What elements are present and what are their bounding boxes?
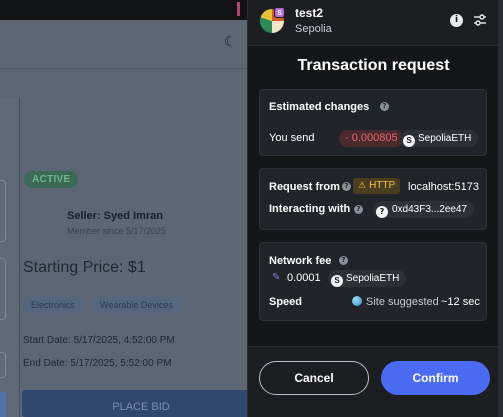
status-badge: ACTIVE bbox=[24, 171, 79, 188]
end-date: End Date: 5/17/2025, 5:52:00 PM bbox=[23, 358, 172, 369]
help-icon[interactable]: ? bbox=[380, 102, 389, 111]
estimated-changes-section: Estimated changes ? You send - 0.000805 … bbox=[259, 89, 487, 156]
left-input-1[interactable] bbox=[0, 180, 6, 242]
starting-price: Starting Price: $1 bbox=[23, 259, 146, 276]
auction-card bbox=[20, 150, 260, 417]
info-icon[interactable]: i bbox=[450, 14, 463, 27]
fee-token-pill: S SepoliaETH bbox=[328, 270, 407, 287]
interacting-with-label: Interacting with bbox=[269, 203, 351, 215]
request-section: Request from ? ⚠ HTTP localhost:5173 Inte… bbox=[259, 168, 487, 230]
network-fee-section: Network fee ? ✎ 0.0001 S SepoliaETH Speed… bbox=[259, 242, 487, 321]
send-token-name: SepoliaETH bbox=[418, 133, 472, 144]
wallet-header: S test2 Sepolia i bbox=[248, 0, 499, 46]
edit-fee-icon[interactable]: ✎ bbox=[272, 273, 282, 283]
contract-address: 0xd43F3...2ee47 bbox=[392, 204, 468, 215]
network-fee-label: Network fee bbox=[269, 255, 332, 267]
page-title: Transaction request bbox=[297, 57, 450, 74]
contract-address-pill[interactable]: ? 0xd43F3...2ee47 bbox=[373, 201, 475, 218]
estimated-changes-label: Estimated changes bbox=[269, 101, 370, 113]
left-button[interactable] bbox=[0, 392, 6, 417]
tag-electronics: Electronics bbox=[23, 297, 84, 313]
send-amount: - 0.000805 bbox=[339, 130, 404, 147]
you-send-label: You send bbox=[269, 132, 315, 144]
network-name: Sepolia bbox=[295, 23, 332, 35]
wallet-popup: S test2 Sepolia i Transaction request Es… bbox=[247, 0, 499, 417]
help-icon[interactable]: ? bbox=[339, 256, 348, 265]
help-icon[interactable]: ? bbox=[342, 182, 351, 191]
sliders-icon[interactable] bbox=[473, 13, 487, 27]
topbar-accent bbox=[237, 2, 240, 16]
warning-icon: ⚠ bbox=[358, 181, 367, 191]
http-warning-badge: ⚠ HTTP bbox=[353, 178, 401, 194]
popup-scroll-edge bbox=[498, 0, 503, 417]
confirm-button[interactable]: Confirm bbox=[381, 361, 490, 395]
request-origin: localhost:5173 bbox=[408, 181, 479, 193]
left-input-3[interactable] bbox=[0, 352, 6, 378]
header-divider bbox=[0, 68, 260, 69]
cancel-button[interactable]: Cancel bbox=[259, 361, 369, 395]
moon-icon[interactable]: ☾ bbox=[224, 34, 240, 50]
page-header bbox=[0, 20, 260, 68]
token-icon: S bbox=[403, 135, 415, 147]
contract-icon: ? bbox=[376, 206, 388, 218]
member-since: Member since 5/17/2025 bbox=[67, 226, 167, 236]
globe-icon bbox=[352, 296, 362, 306]
send-token-pill[interactable]: S SepoliaETH bbox=[400, 130, 479, 147]
tag-wearable-devices: Wearable Devices bbox=[92, 297, 181, 313]
speed-source: Site suggested bbox=[366, 296, 439, 308]
place-bid-button[interactable]: PLACE BID bbox=[22, 390, 260, 417]
speed-label: Speed bbox=[269, 296, 303, 308]
fee-token-name: SepoliaETH bbox=[346, 273, 400, 284]
start-date: Start Date: 5/17/2025, 4:52:00 PM bbox=[23, 335, 175, 346]
token-icon: S bbox=[331, 275, 343, 287]
speed-value: Site suggested bbox=[352, 296, 439, 308]
seller-name: Seller: Syed Imran bbox=[67, 210, 163, 222]
request-from-label: Request from bbox=[269, 181, 340, 193]
left-input-2[interactable] bbox=[0, 258, 6, 320]
protocol-label: HTTP bbox=[369, 180, 396, 191]
network-badge: S bbox=[274, 7, 285, 18]
account-name: test2 bbox=[295, 6, 324, 20]
wallet-footer: Cancel Confirm bbox=[248, 346, 499, 417]
help-icon[interactable]: ? bbox=[354, 205, 363, 214]
fee-amount: 0.0001 bbox=[287, 272, 321, 284]
speed-time: ~12 sec bbox=[441, 296, 480, 308]
